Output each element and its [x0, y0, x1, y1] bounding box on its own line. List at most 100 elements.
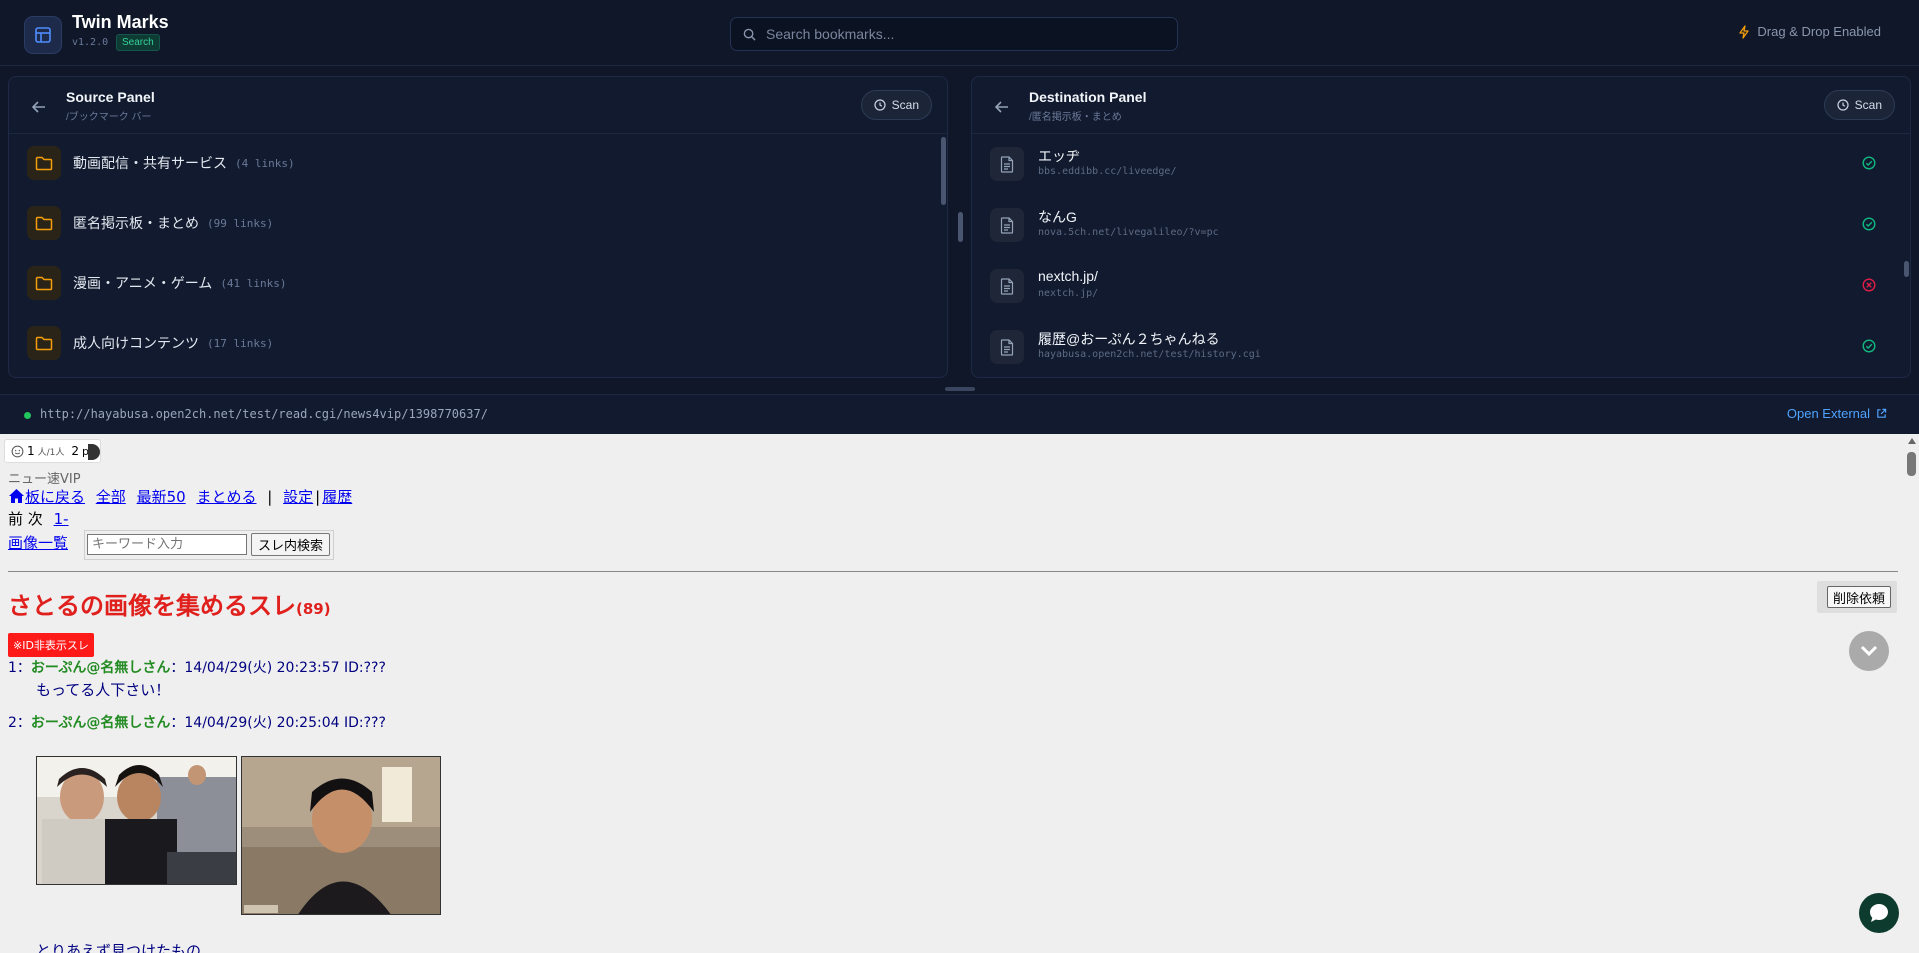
arrow-left-icon [32, 101, 45, 113]
url-bar: http://hayabusa.open2ch.net/test/read.cg… [0, 394, 1919, 434]
folder-count: (41 links) [220, 276, 287, 290]
divider [8, 571, 1898, 572]
source-back-button[interactable] [29, 97, 49, 117]
folder-item[interactable]: 動画配信・共有サービス (4 links) [27, 145, 295, 181]
destination-back-button[interactable] [992, 97, 1012, 117]
back-to-board-link[interactable]: 板に戻る [25, 488, 85, 506]
destination-scrollbar[interactable] [1904, 261, 1909, 277]
post-id: ID:??? [343, 715, 386, 731]
check-circle-icon [1862, 217, 1876, 231]
post-header: 1：おーぷん@名無しさん：14/04/29(火) 20:23:57 ID:??? [8, 657, 386, 677]
scroll-down-button[interactable] [1849, 631, 1889, 671]
destination-panel-header: Destination Panel /匿名掲示板・まとめ Scan [972, 77, 1910, 134]
summarize-link[interactable]: まとめる [196, 488, 256, 506]
pageview-count: 2 [71, 444, 80, 458]
post-image-thumbnail[interactable] [36, 756, 237, 885]
post-author: おーぷん@名無しさん [30, 715, 171, 731]
document-icon [990, 208, 1024, 242]
post-image-thumbnail[interactable] [241, 756, 441, 915]
pager: 前 次 1- [8, 508, 69, 529]
post-separator: ： [16, 660, 31, 676]
drag-drop-indicator: Drag & Drop Enabled [1738, 24, 1881, 39]
panel-divider-handle[interactable] [958, 212, 963, 242]
home-icon[interactable] [8, 488, 25, 504]
destination-scan-label: Scan [1854, 98, 1882, 112]
search-icon [743, 28, 756, 41]
check-circle-icon [1862, 339, 1876, 353]
post-date: ：14/04/29(火) 20:23:57 [170, 660, 340, 676]
source-scan-label: Scan [891, 98, 919, 112]
post-number[interactable]: 1 [8, 660, 17, 676]
pager-prev: 前 [8, 510, 24, 528]
chevron-down-icon [1860, 645, 1878, 657]
post-header: 2：おーぷん@名無しさん：14/04/29(火) 20:25:04 ID:??? [8, 712, 386, 732]
id-hidden-badge: ※ID非表示スレ [8, 633, 94, 657]
search-input[interactable] [766, 26, 1156, 42]
post-id: ID:??? [343, 660, 386, 676]
destination-panel-title: Destination Panel [1029, 89, 1147, 105]
post-separator: ： [16, 715, 31, 731]
connection-status-dot [24, 412, 31, 419]
source-panel: Source Panel /ブックマーク バー Scan 動画配信・共有サービス… [8, 76, 948, 378]
link-title: 履歴@おーぷん２ちゃんねる [1038, 331, 1220, 347]
document-icon [990, 269, 1024, 303]
history-link[interactable]: 履歴 [322, 488, 352, 506]
image-list-link[interactable]: 画像一覧 [8, 532, 68, 553]
app-title: Twin Marks [72, 12, 169, 32]
nav-separator: | [267, 488, 273, 506]
source-panel-path: /ブックマーク バー [66, 112, 152, 123]
folder-name: 匿名掲示板・まとめ [73, 215, 199, 231]
folder-count: (99 links) [207, 216, 274, 230]
destination-scan-button[interactable]: Scan [1823, 90, 1895, 120]
destination-link-list[interactable]: エッヂ bbs.eddibb.cc/liveedge/ なんG nova.5ch… [972, 134, 1910, 377]
source-panel-title: Source Panel [66, 89, 155, 105]
source-folder-list[interactable]: 動画配信・共有サービス (4 links) 匿名掲示板・まとめ (99 link… [9, 134, 947, 377]
folder-item[interactable]: 漫画・アニメ・ゲーム (41 links) [27, 265, 287, 301]
link-url: nextch.jp/ [1038, 288, 1099, 299]
open-external-label: Open External [1786, 406, 1870, 421]
layout-icon [35, 27, 51, 43]
link-item[interactable]: エッヂ bbs.eddibb.cc/liveedge/ [990, 143, 1890, 183]
link-item[interactable]: 履歴@おーぷん２ちゃんねる hayabusa.open2ch.net/test/… [990, 326, 1890, 366]
mode-badge: Search [116, 34, 160, 51]
thread-search-button[interactable]: スレ内検索 [251, 533, 331, 556]
smiley-icon [11, 445, 24, 457]
page-scrollbar-thumb[interactable] [1907, 452, 1916, 476]
folder-item[interactable]: 匿名掲示板・まとめ (99 links) [27, 205, 273, 241]
delete-request-button[interactable]: 削除依頼 [1826, 586, 1891, 608]
folder-icon [27, 146, 61, 180]
folder-name: 動画配信・共有サービス [73, 155, 227, 171]
chat-button[interactable] [1859, 893, 1899, 933]
source-scrollbar[interactable] [941, 137, 946, 205]
visitor-unit: 人/1人 [37, 447, 65, 458]
folder-icon [27, 266, 61, 300]
thread-title: さとるの画像を集めるスレ(89) [8, 586, 331, 621]
x-circle-icon [1862, 278, 1876, 292]
post-number[interactable]: 2 [8, 715, 17, 731]
vertical-resize-handle[interactable] [945, 387, 975, 391]
document-icon [990, 147, 1024, 181]
lightning-icon [1739, 24, 1750, 39]
web-preview: 1人/1人 2pv ニュー速VIP 板に戻る 全部 最新50 まとめる | 設定… [0, 434, 1919, 953]
thread-title-text: さとるの画像を集めるスレ [8, 592, 296, 620]
source-scan-button[interactable]: Scan [860, 90, 932, 120]
destination-panel: Destination Panel /匿名掲示板・まとめ Scan エッヂ bb… [971, 76, 1911, 378]
all-posts-link[interactable]: 全部 [96, 488, 126, 506]
open-external-link[interactable]: Open External [1787, 406, 1887, 421]
thread-nav: 板に戻る 全部 最新50 まとめる | 設定 | 履歴 [8, 486, 358, 507]
link-item[interactable]: なんG nova.5ch.net/livegalileo/?v=pc [990, 204, 1890, 244]
page-scroll-up-arrow[interactable] [1908, 438, 1916, 444]
keyword-input[interactable] [87, 534, 247, 555]
post-date: ：14/04/29(火) 20:25:04 [170, 715, 340, 731]
settings-link[interactable]: 設定 [283, 488, 313, 506]
document-icon [990, 330, 1024, 364]
folder-item[interactable]: 成人向けコンテンツ (17 links) [27, 325, 273, 361]
app-logo [24, 16, 62, 54]
thread-post-count: (89) [296, 600, 331, 618]
link-url: nova.5ch.net/livegalileo/?v=pc [1038, 227, 1219, 238]
pager-range-link[interactable]: 1- [54, 510, 69, 528]
search-bar[interactable] [730, 17, 1178, 51]
latest-50-link[interactable]: 最新50 [137, 488, 186, 506]
link-item[interactable]: nextch.jp/ nextch.jp/ [990, 265, 1890, 305]
external-link-icon [1877, 408, 1887, 418]
